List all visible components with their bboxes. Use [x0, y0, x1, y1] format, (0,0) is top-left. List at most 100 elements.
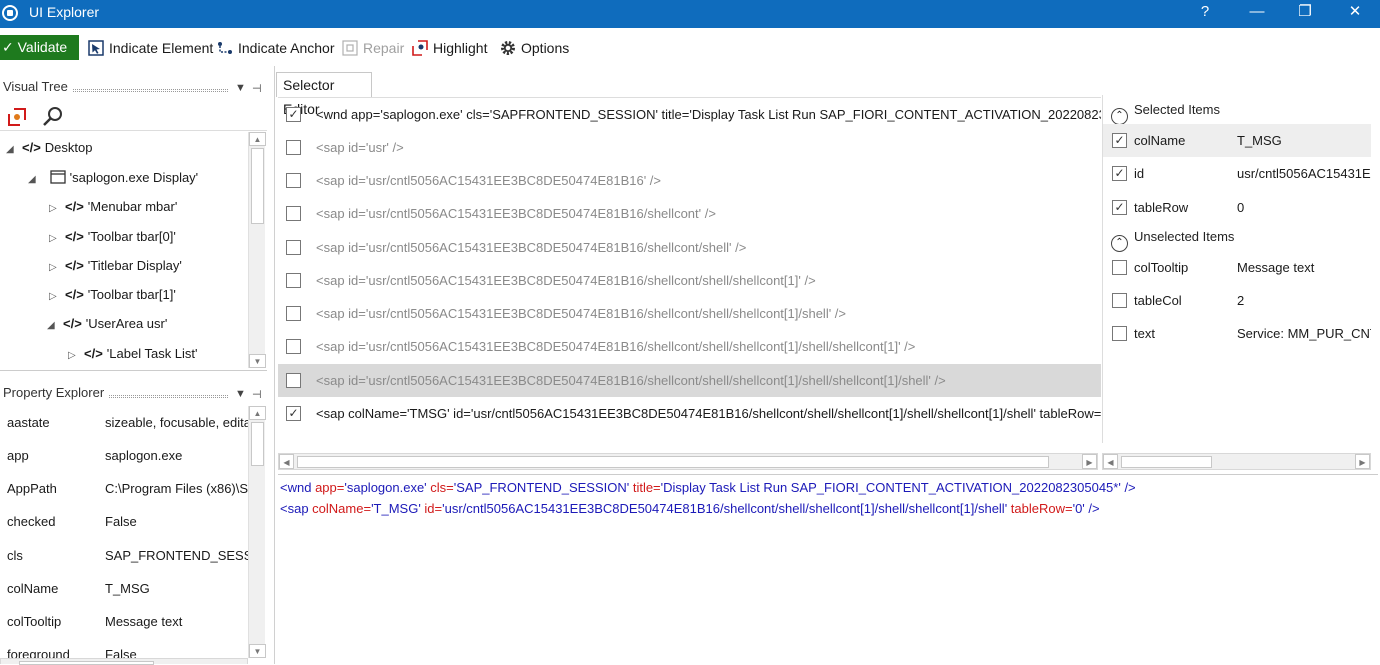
- expand-icon[interactable]: ◢: [6, 139, 18, 161]
- expand-icon[interactable]: ▷: [49, 228, 61, 250]
- indicate-element-button[interactable]: Indicate Element: [88, 39, 213, 57]
- attribute-row[interactable]: colTooltip Message text: [1103, 251, 1371, 284]
- panel-grip[interactable]: [109, 395, 228, 398]
- chevron-down-icon[interactable]: ▼: [235, 82, 246, 94]
- help-button[interactable]: ?: [1182, 0, 1228, 28]
- search-icon[interactable]: [42, 106, 64, 128]
- expand-icon[interactable]: ▷: [49, 198, 61, 220]
- property-row[interactable]: colName T_MSG: [0, 572, 248, 605]
- property-scrollbar[interactable]: ▲ ▼: [248, 406, 266, 658]
- scrollbar-thumb[interactable]: [19, 661, 154, 665]
- selected-items-header[interactable]: ⌃ Selected Items: [1111, 98, 1220, 125]
- property-row[interactable]: colTooltip Message text: [0, 605, 248, 638]
- scroll-up-icon[interactable]: ▲: [249, 406, 266, 420]
- expand-icon[interactable]: ▷: [68, 345, 80, 367]
- row-checkbox[interactable]: [286, 240, 301, 255]
- tree-scrollbar[interactable]: ▲ ▼: [248, 132, 266, 368]
- collapse-icon[interactable]: ⌃: [1111, 235, 1128, 252]
- attribute-checkbox[interactable]: [1112, 326, 1127, 341]
- property-row[interactable]: app saplogon.exe: [0, 439, 248, 472]
- property-row[interactable]: aastate sizeable, focusable, editable: [0, 406, 248, 439]
- tree-node-menubar[interactable]: ▷ </> 'Menubar mbar': [49, 196, 177, 218]
- selector-hscrollbar[interactable]: ◀ ▶: [278, 453, 1098, 470]
- selector-row[interactable]: <sap id='usr/cntl5056AC15431EE3BC8DE5047…: [278, 231, 1101, 264]
- tree-node-userarea[interactable]: ◢ </> 'UserArea usr': [47, 313, 167, 335]
- attribute-row[interactable]: tableCol 2: [1103, 284, 1371, 317]
- attribute-checkbox[interactable]: ✓: [1112, 133, 1127, 148]
- scroll-right-icon[interactable]: ▶: [1082, 454, 1097, 469]
- indicate-anchor-button[interactable]: Indicate Anchor: [217, 39, 335, 57]
- property-row[interactable]: AppPath C:\Program Files (x86)\SAP\FrontE…: [0, 472, 248, 505]
- attribute-checkbox[interactable]: [1112, 293, 1127, 308]
- scrollbar-thumb[interactable]: [297, 456, 1049, 468]
- row-checkbox[interactable]: [286, 273, 301, 288]
- minimize-button[interactable]: —: [1234, 0, 1280, 28]
- selector-preview[interactable]: <wnd app='saplogon.exe' cls='SAP_FRONTEN…: [278, 474, 1378, 664]
- expand-icon[interactable]: ▷: [49, 257, 61, 279]
- tree-node-toolbar-0[interactable]: ▷ </> 'Toolbar tbar[0]': [49, 226, 176, 248]
- property-hscrollbar[interactable]: [0, 658, 248, 665]
- panel-grip[interactable]: [73, 89, 228, 92]
- restore-button[interactable]: ❐: [1282, 0, 1328, 28]
- close-button[interactable]: ✕: [1332, 0, 1378, 28]
- row-checkbox[interactable]: [286, 339, 301, 354]
- scroll-up-icon[interactable]: ▲: [249, 132, 266, 146]
- tree-node-titlebar[interactable]: ▷ </> 'Titlebar Display': [49, 255, 182, 277]
- selector-row[interactable]: <sap id='usr/cntl5056AC15431EE3BC8DE5047…: [278, 164, 1101, 197]
- scroll-down-icon[interactable]: ▼: [249, 354, 266, 368]
- pin-icon[interactable]: ⊣: [252, 82, 262, 95]
- tree-node-saplogon[interactable]: ◢ 'saplogon.exe Display': [28, 167, 198, 189]
- attribute-row[interactable]: ✓ colName T_MSG: [1103, 124, 1371, 157]
- validate-button[interactable]: ✓ Validate: [0, 35, 79, 60]
- attribute-checkbox[interactable]: ✓: [1112, 200, 1127, 215]
- attributes-hscrollbar[interactable]: ◀ ▶: [1102, 453, 1371, 470]
- scrollbar-thumb[interactable]: [1121, 456, 1212, 468]
- indicate-tree-icon[interactable]: [6, 106, 28, 128]
- row-checkbox[interactable]: [286, 373, 301, 388]
- property-row[interactable]: cls SAP_FRONTEND_SESSION: [0, 539, 248, 572]
- tree-node-label-task-list[interactable]: ▷ </> 'Label Task List': [68, 343, 198, 365]
- tree-node-toolbar-1[interactable]: ▷ </> 'Toolbar tbar[1]': [49, 284, 176, 306]
- selector-row[interactable]: <sap id='usr/cntl5056AC15431EE3BC8DE5047…: [278, 264, 1101, 297]
- app-icon: [2, 5, 18, 21]
- scrollbar-thumb[interactable]: [251, 422, 264, 466]
- property-row[interactable]: checked False: [0, 505, 248, 538]
- tab-selector-editor[interactable]: Selector Editor: [276, 72, 372, 117]
- expand-icon[interactable]: ◢: [47, 315, 59, 337]
- selector-row[interactable]: <sap id='usr/cntl5056AC15431EE3BC8DE5047…: [278, 330, 1101, 363]
- attribute-row[interactable]: ✓ tableRow 0: [1103, 191, 1371, 224]
- selector-row[interactable]: <sap id='usr/cntl5056AC15431EE3BC8DE5047…: [278, 197, 1101, 230]
- scroll-down-icon[interactable]: ▼: [249, 644, 266, 658]
- selector-row[interactable]: <sap id='usr' />: [278, 131, 1101, 164]
- row-checkbox[interactable]: ✓: [286, 107, 301, 122]
- attribute-checkbox[interactable]: [1112, 260, 1127, 275]
- property-row[interactable]: foreground False: [0, 638, 248, 660]
- highlight-button[interactable]: Highlight: [412, 39, 487, 57]
- pin-icon[interactable]: ⊣: [252, 388, 262, 401]
- scroll-left-icon[interactable]: ◀: [1103, 454, 1118, 469]
- unselected-items-header[interactable]: ⌃ Unselected Items: [1111, 225, 1234, 252]
- row-checkbox[interactable]: [286, 206, 301, 221]
- panel-divider[interactable]: [0, 370, 267, 371]
- attribute-checkbox[interactable]: ✓: [1112, 166, 1127, 181]
- row-checkbox[interactable]: ✓: [286, 406, 301, 421]
- selector-row[interactable]: ✓ <wnd app='saplogon.exe' cls='SAPFRONTEN…: [278, 98, 1101, 131]
- expand-icon[interactable]: ▷: [49, 286, 61, 308]
- selector-row[interactable]: <sap id='usr/cntl5056AC15431EE3BC8DE5047…: [278, 297, 1101, 330]
- repair-button[interactable]: Repair: [342, 39, 404, 57]
- row-checkbox[interactable]: [286, 140, 301, 155]
- tree-node-desktop[interactable]: ◢ </> Desktop: [6, 137, 93, 159]
- options-button[interactable]: Options: [500, 39, 569, 57]
- attribute-row[interactable]: text Service: MM_PUR_CNTRL_CTR_MAINT_SRV: [1103, 317, 1371, 350]
- scroll-right-icon[interactable]: ▶: [1355, 454, 1370, 469]
- scroll-left-icon[interactable]: ◀: [279, 454, 294, 469]
- attribute-row[interactable]: ✓ id usr/cntl5056AC15431EE3BC8DE50474E81B1…: [1103, 157, 1371, 190]
- collapse-icon[interactable]: ⌃: [1111, 108, 1128, 125]
- row-checkbox[interactable]: [286, 173, 301, 188]
- expand-icon[interactable]: ◢: [28, 169, 40, 191]
- scrollbar-thumb[interactable]: [251, 148, 264, 224]
- selector-row[interactable]: ✓ <sap colName='TMSG' id='usr/cntl5056AC1…: [278, 397, 1101, 430]
- chevron-down-icon[interactable]: ▼: [235, 388, 246, 400]
- row-checkbox[interactable]: [286, 306, 301, 321]
- selector-row[interactable]: <sap id='usr/cntl5056AC15431EE3BC8DE5047…: [278, 364, 1101, 397]
